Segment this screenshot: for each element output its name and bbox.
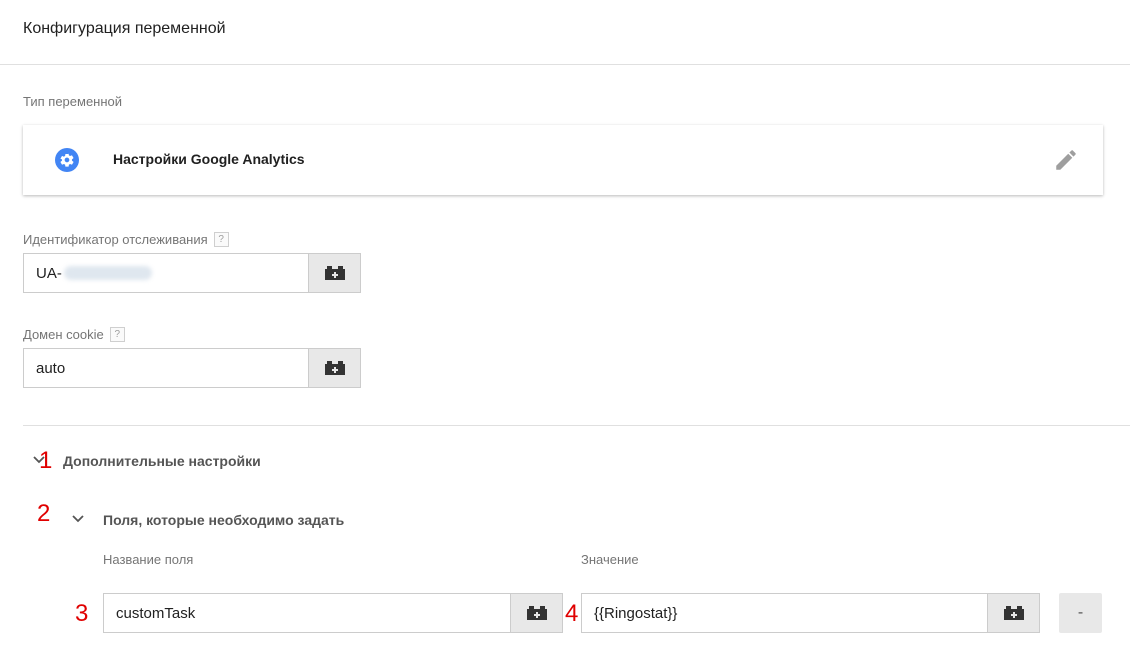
lego-plus-icon: [324, 266, 345, 280]
variable-picker-button[interactable]: [987, 594, 1039, 632]
cookie-domain-label: Домен cookie ?: [23, 327, 125, 342]
lego-plus-icon: [1003, 606, 1024, 620]
variable-type-name: Настройки Google Analytics: [113, 151, 305, 167]
field-name-field: customTask: [103, 593, 563, 633]
annotation-3: 3: [75, 600, 89, 627]
variable-type-card[interactable]: Настройки Google Analytics: [23, 125, 1103, 195]
tracking-id-field: UA-: [23, 253, 361, 293]
help-icon[interactable]: ?: [109, 327, 125, 342]
fields-to-set-header[interactable]: Поля, которые необходимо задать: [103, 512, 344, 528]
advanced-settings-header[interactable]: Дополнительные настройки: [63, 453, 261, 469]
blurred-id: [63, 266, 152, 280]
cookie-domain-field: auto: [23, 348, 361, 388]
title-divider: [0, 64, 1130, 65]
gear-icon: [55, 148, 79, 172]
cookie-domain-label-text: Домен cookie: [23, 327, 104, 342]
variable-picker-button[interactable]: [308, 349, 360, 387]
remove-row-button[interactable]: -: [1059, 593, 1102, 633]
field-value-input[interactable]: {{Ringostat}}: [582, 594, 987, 632]
field-value-field: {{Ringostat}}: [581, 593, 1040, 633]
annotation-4: 4: [565, 600, 579, 627]
variable-type-label: Тип переменной: [23, 94, 123, 109]
cookie-domain-input[interactable]: auto: [24, 349, 308, 387]
lego-plus-icon: [324, 361, 345, 375]
field-name-column-label: Название поля: [103, 552, 194, 567]
pencil-icon[interactable]: [1053, 147, 1079, 173]
field-value-column-label: Значение: [581, 552, 639, 567]
annotation-2: 2: [37, 500, 51, 527]
tracking-id-label-text: Идентификатор отслеживания: [23, 232, 208, 247]
section-divider: [23, 425, 1130, 426]
page-title: Конфигурация переменной: [23, 20, 226, 37]
tracking-id-label: Идентификатор отслеживания ?: [23, 232, 229, 247]
tracking-id-input[interactable]: UA-: [24, 254, 308, 292]
variable-picker-button[interactable]: [510, 594, 562, 632]
help-icon[interactable]: ?: [213, 232, 229, 247]
annotation-1: 1: [39, 447, 53, 474]
chevron-down-icon[interactable]: [71, 514, 85, 524]
lego-plus-icon: [526, 606, 547, 620]
variable-picker-button[interactable]: [308, 254, 360, 292]
field-name-input[interactable]: customTask: [104, 594, 510, 632]
